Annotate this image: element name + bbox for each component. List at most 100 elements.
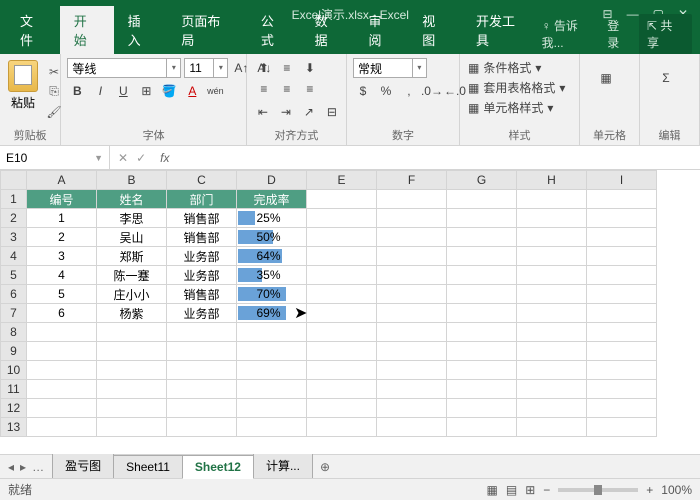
row-header[interactable]: 4 bbox=[1, 247, 27, 266]
login-link[interactable]: 登录 bbox=[607, 17, 631, 51]
zoom-out-icon[interactable]: − bbox=[543, 483, 550, 497]
cancel-formula-icon[interactable]: ✕ bbox=[118, 151, 128, 165]
cell-databar[interactable]: 69% bbox=[237, 304, 307, 323]
cell[interactable]: 李思 bbox=[97, 209, 167, 228]
percent-icon[interactable]: % bbox=[376, 81, 396, 101]
cell[interactable]: 1 bbox=[27, 209, 97, 228]
tab-dev[interactable]: 开发工具 bbox=[462, 6, 542, 54]
align-top-icon[interactable]: ⬆ bbox=[253, 58, 275, 78]
editing-menu-icon[interactable]: Σ bbox=[646, 58, 686, 98]
col-header[interactable]: B bbox=[97, 171, 167, 190]
bold-button[interactable]: B bbox=[67, 81, 87, 101]
orientation-icon[interactable]: ↗ bbox=[299, 102, 319, 122]
cell-styles-button[interactable]: ▦单元格样式 ▾ bbox=[466, 98, 573, 117]
cell[interactable]: 销售部 bbox=[167, 209, 237, 228]
row-header[interactable]: 8 bbox=[1, 323, 27, 342]
row-header[interactable]: 7 bbox=[1, 304, 27, 323]
font-color-icon[interactable]: A bbox=[182, 81, 202, 101]
cell[interactable]: 5 bbox=[27, 285, 97, 304]
cell[interactable]: 业务部 bbox=[167, 266, 237, 285]
cell-databar[interactable]: 70% bbox=[237, 285, 307, 304]
row-header[interactable]: 13 bbox=[1, 418, 27, 437]
number-format-input[interactable] bbox=[353, 58, 413, 78]
tab-home[interactable]: 开始 bbox=[60, 6, 114, 54]
cell-databar[interactable]: 50% bbox=[237, 228, 307, 247]
zoom-in-icon[interactable]: + bbox=[646, 483, 653, 497]
paste-button[interactable]: 粘贴 bbox=[6, 58, 40, 125]
spreadsheet-grid[interactable]: ABCDEFGHI 1编号姓名部门完成率 2 1 李思 销售部 25% 3 2 … bbox=[0, 170, 657, 437]
col-header[interactable]: H bbox=[517, 171, 587, 190]
tab-file[interactable]: 文件 bbox=[6, 6, 60, 54]
cell[interactable]: 庄小小 bbox=[97, 285, 167, 304]
tab-formula[interactable]: 公式 bbox=[247, 6, 301, 54]
tell-me[interactable]: ♀ 告诉我... bbox=[542, 17, 600, 51]
cell[interactable]: 杨紫 bbox=[97, 304, 167, 323]
zoom-level[interactable]: 100% bbox=[661, 483, 692, 497]
border-icon[interactable]: ⊞ bbox=[136, 81, 156, 101]
wrap-merge-icon[interactable]: ⊟ bbox=[322, 102, 342, 122]
italic-button[interactable]: I bbox=[90, 81, 110, 101]
cells-menu-icon[interactable]: ▦ bbox=[586, 58, 626, 98]
indent-inc-icon[interactable]: ⇥ bbox=[276, 102, 296, 122]
col-header[interactable]: F bbox=[377, 171, 447, 190]
cell-databar[interactable]: 64% bbox=[237, 247, 307, 266]
row-header[interactable]: 2 bbox=[1, 209, 27, 228]
cell[interactable]: 郑斯 bbox=[97, 247, 167, 266]
col-header[interactable]: E bbox=[307, 171, 377, 190]
chevron-down-icon[interactable]: ▾ bbox=[214, 58, 228, 78]
tab-nav-more-icon[interactable]: … bbox=[32, 460, 44, 474]
name-box-input[interactable] bbox=[6, 151, 76, 165]
chevron-down-icon[interactable]: ▼ bbox=[94, 153, 103, 163]
cell-databar[interactable]: 35% bbox=[237, 266, 307, 285]
cell[interactable]: 陈一蹇 bbox=[97, 266, 167, 285]
sheet-tab[interactable]: 计算... bbox=[253, 452, 313, 478]
row-header[interactable]: 5 bbox=[1, 266, 27, 285]
view-layout-icon[interactable]: ▤ bbox=[506, 483, 517, 497]
cell[interactable]: 2 bbox=[27, 228, 97, 247]
col-header[interactable]: I bbox=[587, 171, 657, 190]
accounting-icon[interactable]: $ bbox=[353, 81, 373, 101]
share-button[interactable]: ⇱ 共享 bbox=[639, 14, 692, 54]
sheet-tab[interactable]: 盈亏图 bbox=[52, 452, 114, 478]
row-header[interactable]: 1 bbox=[1, 190, 27, 209]
align-center-icon[interactable]: ≡ bbox=[276, 79, 298, 99]
view-break-icon[interactable]: ⊞ bbox=[525, 483, 535, 497]
tab-view[interactable]: 视图 bbox=[408, 6, 462, 54]
cell-databar[interactable]: 25% bbox=[237, 209, 307, 228]
fill-color-icon[interactable]: 🪣 bbox=[159, 81, 179, 101]
row-header[interactable]: 9 bbox=[1, 342, 27, 361]
cell[interactable]: 4 bbox=[27, 266, 97, 285]
zoom-slider[interactable] bbox=[558, 488, 638, 492]
sheet-tab[interactable]: Sheet11 bbox=[113, 455, 183, 478]
align-right-icon[interactable]: ≡ bbox=[299, 79, 321, 99]
formula-bar-input[interactable] bbox=[175, 146, 700, 169]
col-header[interactable]: G bbox=[447, 171, 517, 190]
sheet-tab[interactable]: Sheet12 bbox=[182, 455, 254, 479]
enter-formula-icon[interactable]: ✓ bbox=[136, 151, 146, 165]
row-header[interactable]: 12 bbox=[1, 399, 27, 418]
cell[interactable]: 3 bbox=[27, 247, 97, 266]
tab-insert[interactable]: 插入 bbox=[114, 6, 168, 54]
align-middle-icon[interactable]: ≡ bbox=[276, 58, 298, 78]
tab-nav-next-icon[interactable]: ▸ bbox=[20, 460, 26, 474]
cell[interactable]: 6 bbox=[27, 304, 97, 323]
row-header[interactable]: 11 bbox=[1, 380, 27, 399]
cell[interactable]: 业务部 bbox=[167, 304, 237, 323]
row-header[interactable]: 10 bbox=[1, 361, 27, 380]
cell[interactable]: 销售部 bbox=[167, 285, 237, 304]
conditional-format-button[interactable]: ▦条件格式 ▾ bbox=[466, 58, 573, 77]
tab-layout[interactable]: 页面布局 bbox=[167, 6, 247, 54]
row-header[interactable]: 6 bbox=[1, 285, 27, 304]
tab-nav-prev-icon[interactable]: ◂ bbox=[8, 460, 14, 474]
cell[interactable]: 业务部 bbox=[167, 247, 237, 266]
view-normal-icon[interactable]: ▦ bbox=[487, 483, 498, 497]
fx-icon[interactable]: fx bbox=[154, 151, 175, 165]
chevron-down-icon[interactable]: ▾ bbox=[413, 58, 427, 78]
row-header[interactable]: 3 bbox=[1, 228, 27, 247]
col-header[interactable]: D bbox=[237, 171, 307, 190]
font-size-input[interactable] bbox=[184, 58, 214, 78]
font-name-input[interactable] bbox=[67, 58, 167, 78]
tab-data[interactable]: 数据 bbox=[301, 6, 355, 54]
format-table-button[interactable]: ▦套用表格格式 ▾ bbox=[466, 78, 573, 97]
chevron-down-icon[interactable]: ▾ bbox=[167, 58, 181, 78]
